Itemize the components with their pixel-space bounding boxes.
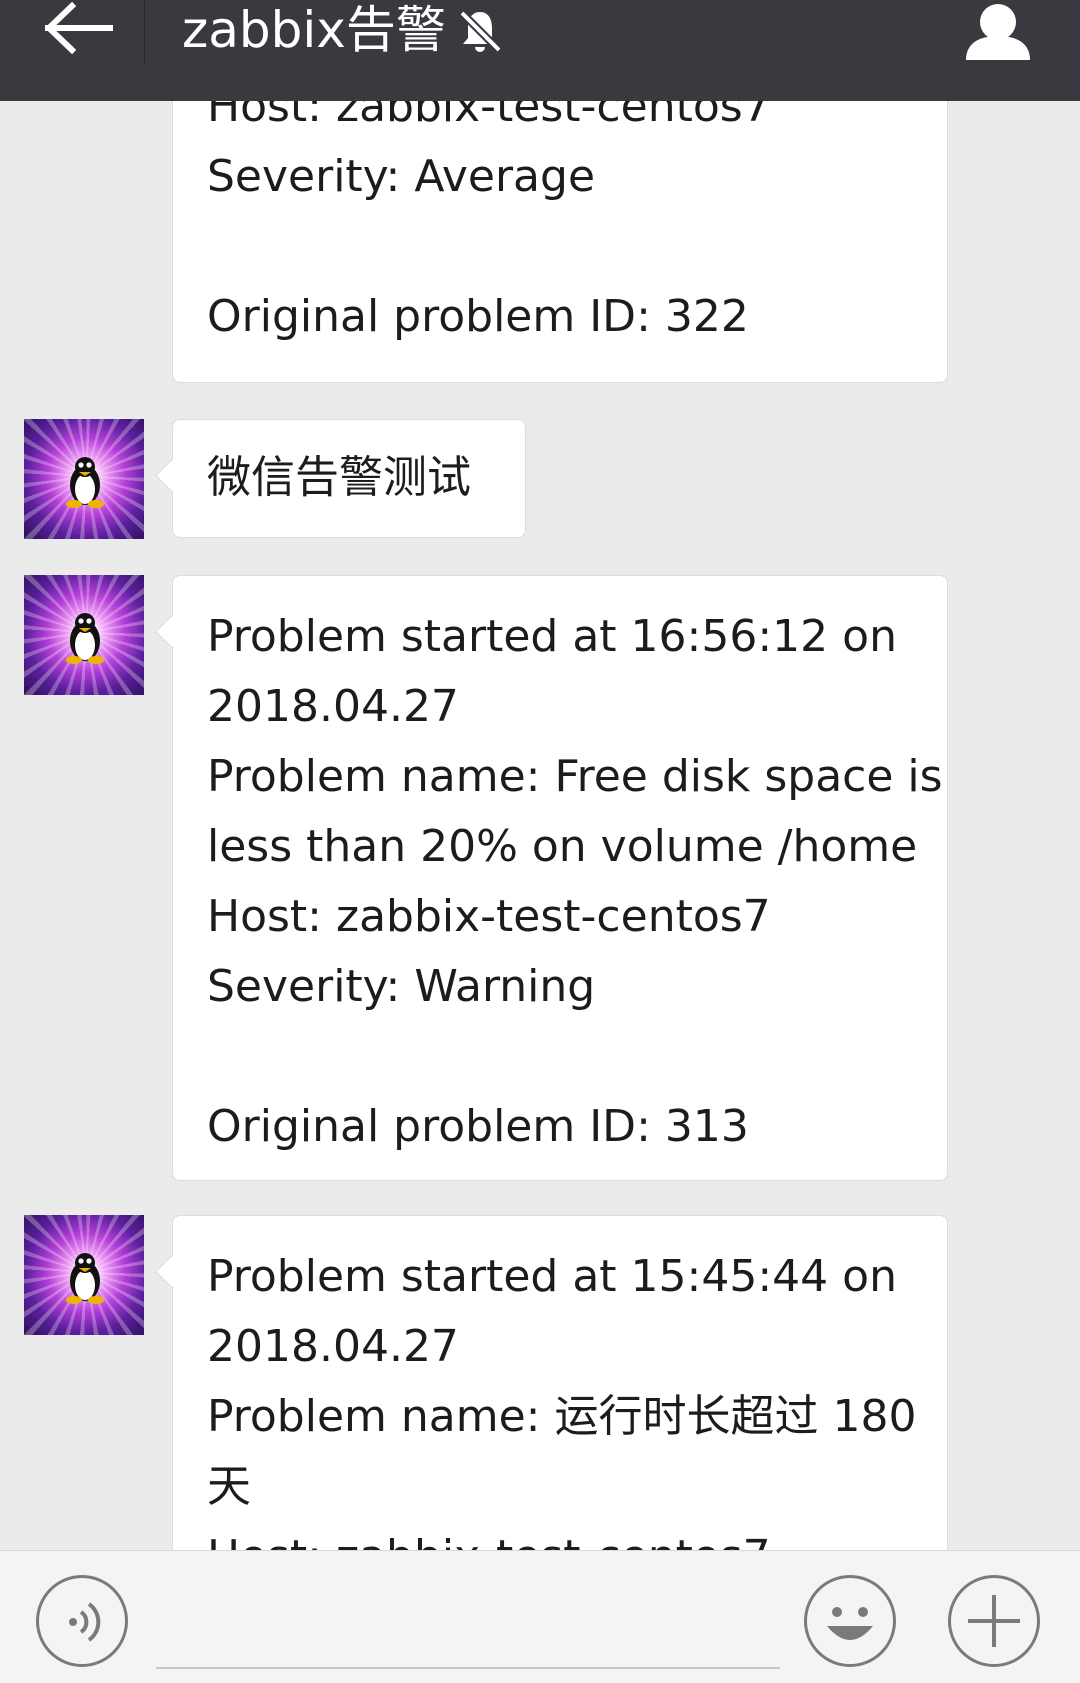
message-line: Problem name: Free disk space is — [207, 751, 943, 802]
message-line: Severity: Average — [207, 151, 596, 202]
person-icon — [966, 4, 1030, 60]
message-line: Host: zabbix-test-centos7 — [207, 101, 771, 132]
message-line: 2018.04.27 — [207, 681, 459, 732]
header-divider — [144, 0, 145, 64]
penguin-icon — [66, 1253, 104, 1304]
avatar[interactable] — [24, 1215, 144, 1335]
message-bubble[interactable]: Problem started at 16:56:12 on 2018.04.2… — [172, 575, 948, 1181]
penguin-icon — [66, 613, 104, 664]
chat-title: zabbix告警 — [182, 0, 504, 62]
message-line-blank — [207, 212, 913, 282]
message-line: Problem started at 15:45:44 on — [207, 1251, 897, 1302]
penguin-icon — [66, 457, 104, 508]
input-bar — [0, 1550, 1080, 1683]
message-bubble[interactable]: Problem started at 15:45:44 on 2018.04.2… — [172, 1215, 948, 1550]
chat-info-button[interactable] — [958, 0, 1038, 66]
message-bubble[interactable]: 微信告警测试 — [172, 419, 526, 538]
message-line: Host: zabbix-test-centos7 — [207, 1522, 913, 1550]
message-line: 微信告警测试 — [207, 452, 471, 503]
emoji-button[interactable] — [804, 1575, 896, 1667]
voice-button[interactable] — [36, 1575, 128, 1667]
voice-icon — [69, 1602, 101, 1642]
back-button[interactable] — [40, 0, 120, 70]
message-input[interactable] — [156, 1667, 780, 1669]
avatar[interactable] — [24, 575, 144, 695]
arrow-left-icon — [44, 1, 113, 55]
more-button[interactable] — [948, 1575, 1040, 1667]
message-line: Original problem ID: 313 — [207, 1101, 749, 1152]
bell-muted-icon — [456, 6, 504, 54]
message-line-blank — [207, 1022, 913, 1092]
plus-icon — [968, 1595, 1020, 1647]
message-line: less than 20% on volume /home — [207, 821, 918, 872]
message-line: 2018.04.27 — [207, 1321, 459, 1372]
chat-title-text: zabbix告警 — [182, 1, 446, 59]
message-line: Host: zabbix-test-centos7 — [207, 891, 771, 942]
message-line: Original problem ID: 322 — [207, 291, 749, 342]
message-list[interactable]: Host: zabbix-test-centos7 Severity: Aver… — [0, 101, 1080, 1550]
message-line: Severity: Warning — [207, 961, 596, 1012]
message-line: Problem name: 运行时长超过 180 — [207, 1391, 917, 1442]
top-bar: zabbix告警 — [0, 0, 1080, 101]
emoji-icon — [827, 1607, 873, 1640]
avatar[interactable] — [24, 419, 144, 539]
message-bubble[interactable]: Host: zabbix-test-centos7 Severity: Aver… — [172, 101, 948, 383]
message-line: Problem started at 16:56:12 on — [207, 611, 897, 662]
message-line: 天 — [207, 1461, 251, 1512]
